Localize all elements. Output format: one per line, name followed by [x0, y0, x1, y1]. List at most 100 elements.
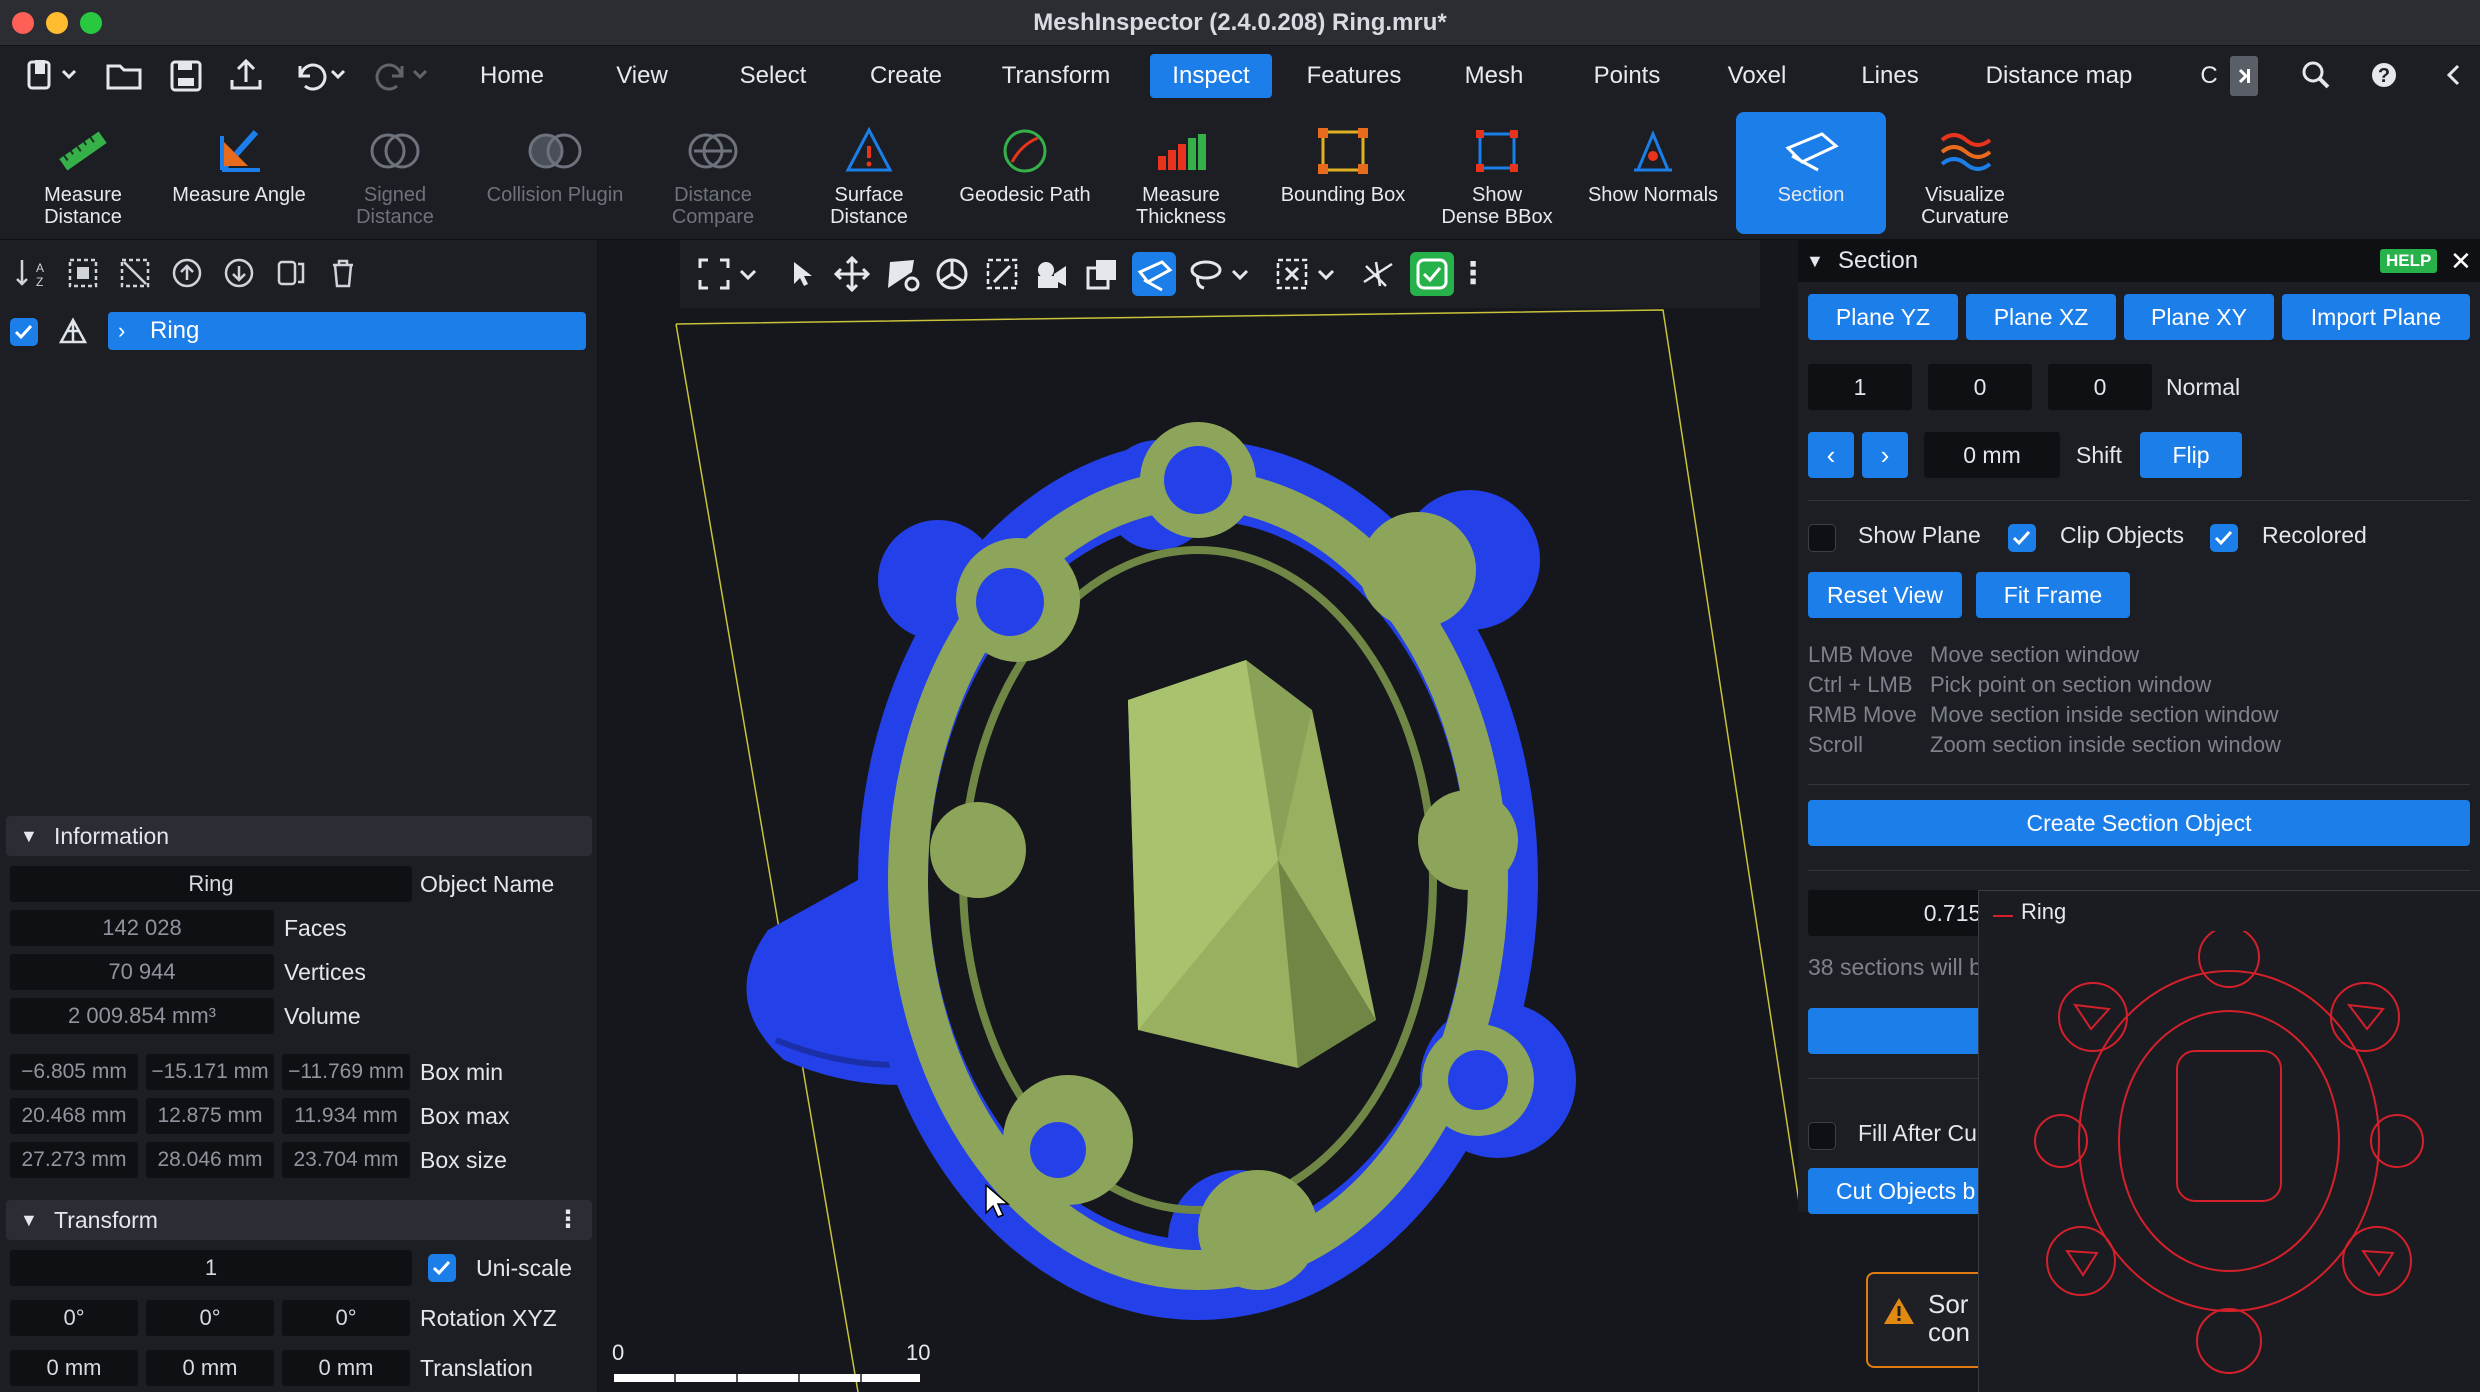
translation-z-field[interactable]: 0 mm: [282, 1350, 410, 1386]
show-plane-checkbox[interactable]: [1808, 524, 1836, 552]
rotate-tool-icon[interactable]: [930, 252, 974, 296]
tab-view[interactable]: View: [592, 54, 692, 98]
more-tools-icon[interactable]: ⋮: [1458, 252, 1488, 296]
import-plane-button[interactable]: Import Plane: [2282, 294, 2470, 340]
help-badge[interactable]: HELP: [2380, 249, 2438, 273]
section-button[interactable]: Section: [1736, 112, 1886, 234]
create-section-object-button[interactable]: Create Section Object: [1808, 800, 2470, 846]
measure-angle-button[interactable]: Measure Angle: [164, 112, 314, 234]
move-up-icon[interactable]: [170, 256, 204, 290]
deselect-icon[interactable]: [118, 256, 152, 290]
fit-frame-button[interactable]: Fit Frame: [1976, 572, 2130, 618]
fill-after-cut-checkbox[interactable]: [1808, 1122, 1836, 1150]
tab-transform[interactable]: Transform: [988, 54, 1124, 98]
section-tool-icon[interactable]: [1132, 252, 1176, 296]
sort-icon[interactable]: AZ: [14, 256, 48, 290]
normal-y-field[interactable]: 0: [1928, 364, 2032, 410]
paint-tool-icon[interactable]: [880, 252, 924, 296]
redo-icon[interactable]: [372, 56, 432, 94]
normal-x-field[interactable]: 1: [1808, 364, 1912, 410]
fit-view-icon[interactable]: [692, 252, 736, 296]
plane-xy-button[interactable]: Plane XY: [2124, 294, 2274, 340]
bounding-box-button[interactable]: Bounding Box: [1268, 112, 1418, 234]
confirm-icon[interactable]: [1410, 252, 1454, 296]
measure-distance-button[interactable]: Measure Distance: [8, 112, 158, 234]
geodesic-path-button[interactable]: Geodesic Path: [950, 112, 1100, 234]
close-icon[interactable]: ✕: [2450, 240, 2472, 282]
translation-y-field[interactable]: 0 mm: [146, 1350, 274, 1386]
tab-distance-map[interactable]: Distance map: [1976, 54, 2142, 98]
camera-icon[interactable]: [1030, 252, 1074, 296]
rotation-z-field[interactable]: 0°: [282, 1300, 410, 1336]
plane-yz-button[interactable]: Plane YZ: [1808, 294, 1958, 340]
mirror-icon[interactable]: [274, 256, 308, 290]
shift-field[interactable]: 0 mm: [1924, 432, 2060, 478]
visualize-curvature-button[interactable]: Visualize Curvature: [1890, 112, 2040, 234]
move-tool-icon[interactable]: [830, 252, 874, 296]
box-select-dropdown-icon[interactable]: [1314, 252, 1338, 296]
tab-points[interactable]: Points: [1580, 54, 1674, 98]
translation-x-field[interactable]: 0 mm: [10, 1350, 138, 1386]
show-normals-button[interactable]: Show Normals: [1578, 112, 1728, 234]
expand-chevron-icon[interactable]: ›: [118, 312, 125, 350]
flip-button[interactable]: Flip: [2140, 432, 2242, 478]
distance-compare-button[interactable]: Distance Compare: [638, 112, 788, 234]
normal-z-field[interactable]: 0: [2048, 364, 2152, 410]
plane-xz-button[interactable]: Plane XZ: [1966, 294, 2116, 340]
ring-visibility-checkbox[interactable]: [10, 318, 38, 346]
scene-item-ring[interactable]: › Ring: [108, 312, 586, 350]
tab-mesh[interactable]: Mesh: [1454, 54, 1534, 98]
signed-distance-button[interactable]: Signed Distance: [320, 112, 470, 234]
tab-features[interactable]: Features: [1294, 54, 1414, 98]
lasso-icon[interactable]: [1184, 252, 1228, 296]
open-folder-icon[interactable]: [104, 56, 144, 94]
select-tool-icon[interactable]: [780, 252, 824, 296]
box-select-icon[interactable]: [1270, 252, 1314, 296]
show-dense-bbox-button[interactable]: Show Dense BBox: [1422, 112, 1572, 234]
shift-prev-button[interactable]: ‹: [1808, 432, 1854, 478]
measure-thickness-button[interactable]: Measure Thickness: [1106, 112, 1256, 234]
warning-toast[interactable]: Sor con: [1866, 1272, 1978, 1368]
tab-scroll-icon[interactable]: [2230, 56, 2258, 96]
surface-distance-button[interactable]: Surface Distance: [794, 112, 944, 234]
save-icon[interactable]: [166, 56, 206, 94]
tab-create[interactable]: Create: [856, 54, 956, 98]
tab-inspect[interactable]: Inspect: [1150, 54, 1272, 98]
tab-overflow[interactable]: C: [2196, 54, 2222, 98]
collapse-panel-icon[interactable]: [2434, 56, 2474, 94]
scale-field[interactable]: 1: [10, 1250, 412, 1286]
collapse-chevron-icon[interactable]: ▼: [1806, 240, 1824, 282]
duplicate-icon[interactable]: [1080, 252, 1124, 296]
lasso-dropdown-icon[interactable]: [1228, 252, 1252, 296]
tab-select[interactable]: Select: [722, 54, 824, 98]
help-icon[interactable]: ?: [2364, 56, 2404, 94]
information-section-header[interactable]: ▼ Information: [6, 816, 592, 856]
new-file-icon[interactable]: [22, 56, 82, 94]
transform-box-icon[interactable]: [980, 252, 1024, 296]
ring-model[interactable]: [598, 240, 1798, 1392]
collision-plugin-button[interactable]: Collision Plugin: [480, 112, 630, 234]
clip-plane-icon[interactable]: [1356, 252, 1400, 296]
select-all-icon[interactable]: [66, 256, 100, 290]
recolored-checkbox[interactable]: [2210, 524, 2238, 552]
export-icon[interactable]: [226, 56, 266, 94]
rotation-y-field[interactable]: 0°: [146, 1300, 274, 1336]
transform-section-header[interactable]: ▼ Transform ⋮: [6, 1200, 592, 1240]
fit-view-dropdown-icon[interactable]: [736, 252, 760, 296]
clip-objects-checkbox[interactable]: [2008, 524, 2036, 552]
tab-home[interactable]: Home: [462, 54, 562, 98]
uniscale-checkbox[interactable]: [428, 1254, 456, 1282]
undo-icon[interactable]: [290, 56, 350, 94]
delete-icon[interactable]: [326, 256, 360, 290]
tab-lines[interactable]: Lines: [1840, 54, 1940, 98]
3d-viewport[interactable]: ⋮ 0 10 Sor con: [598, 240, 1978, 1392]
object-name-field[interactable]: Ring: [10, 866, 412, 902]
shift-next-button[interactable]: ›: [1862, 432, 1908, 478]
section-window[interactable]: Ring: [1978, 890, 2480, 1392]
reset-view-button[interactable]: Reset View: [1808, 572, 1962, 618]
more-options-icon[interactable]: ⋮: [556, 1200, 580, 1240]
rotation-x-field[interactable]: 0°: [10, 1300, 138, 1336]
search-icon[interactable]: [2296, 56, 2336, 94]
move-down-icon[interactable]: [222, 256, 256, 290]
tab-voxel[interactable]: Voxel: [1716, 54, 1798, 98]
